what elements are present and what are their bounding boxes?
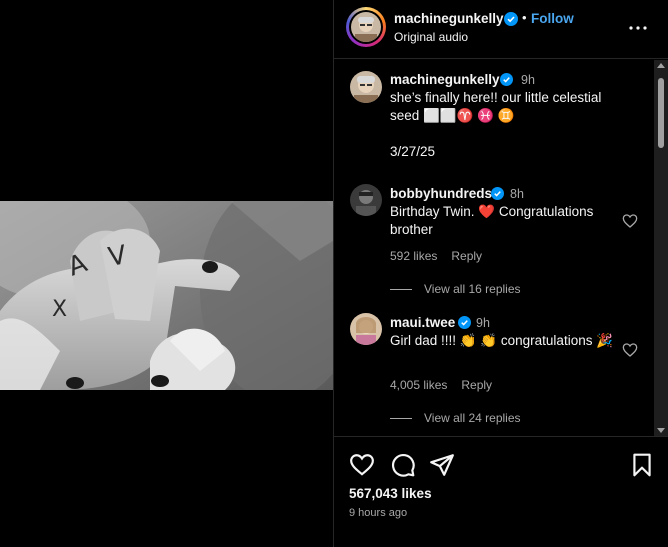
- post-timestamp[interactable]: 9 hours ago: [349, 507, 407, 519]
- follow-button[interactable]: Follow: [531, 11, 574, 26]
- comment-username[interactable]: bobbyhundreds: [390, 186, 492, 201]
- like-heart-icon[interactable]: [349, 452, 375, 478]
- comment-like-count[interactable]: 4,005 likes: [390, 378, 447, 392]
- comment-avatar[interactable]: [350, 313, 382, 345]
- post-like-count[interactable]: 567,043 likes: [349, 486, 432, 501]
- comment-avatar[interactable]: [350, 184, 382, 216]
- post-media-pane: A V X: [0, 0, 333, 547]
- post-header: machinegunkelly • Follow Original audio: [334, 0, 668, 59]
- comments-scrollbar[interactable]: [654, 60, 668, 436]
- view-replies-text: View all 16 replies: [424, 282, 521, 296]
- comment-username[interactable]: maui.twee: [390, 315, 455, 330]
- separator-dot: •: [522, 10, 527, 25]
- view-replies-link[interactable]: View all 24 replies: [390, 411, 521, 425]
- comments-section[interactable]: machinegunkelly 9h she’s finally here!! …: [334, 60, 668, 437]
- caption-avatar[interactable]: [350, 71, 382, 103]
- caption-date: 3/27/25: [390, 144, 436, 159]
- reply-button[interactable]: Reply: [451, 249, 482, 263]
- author-username[interactable]: machinegunkelly: [394, 11, 504, 26]
- heart-outline-icon[interactable]: [622, 213, 638, 229]
- caption-time: 9h: [521, 73, 535, 87]
- scroll-down-arrow[interactable]: [657, 428, 665, 433]
- view-replies-text: View all 24 replies: [424, 411, 521, 425]
- scroll-thumb[interactable]: [658, 78, 664, 148]
- comment-time: 8h: [510, 187, 524, 201]
- bookmark-icon[interactable]: [629, 452, 655, 478]
- caption-text: she’s finally here!! our little celestia…: [390, 90, 602, 123]
- author-avatar: [351, 12, 381, 42]
- reply-button[interactable]: Reply: [461, 378, 492, 392]
- more-options-icon[interactable]: [626, 16, 650, 40]
- comment-meta: 4,005 likes Reply: [390, 378, 506, 392]
- comment-icon[interactable]: [390, 452, 416, 478]
- post-photo[interactable]: A V X: [0, 201, 333, 390]
- comment-text: Birthday Twin. ❤️ Congratulations brothe…: [390, 204, 594, 237]
- view-replies-link[interactable]: View all 16 replies: [390, 282, 521, 296]
- comment-like-count[interactable]: 592 likes: [390, 249, 437, 263]
- post-sidebar: machinegunkelly • Follow Original audio …: [333, 0, 668, 547]
- post-actions: 567,043 likes 9 hours ago: [334, 438, 668, 547]
- svg-text:X: X: [52, 297, 67, 322]
- caption-username[interactable]: machinegunkelly: [390, 72, 500, 87]
- share-icon[interactable]: [429, 452, 455, 478]
- comment-time: 9h: [476, 316, 490, 330]
- verified-badge-icon: [504, 12, 518, 31]
- comment-meta: 592 likes Reply: [390, 249, 496, 263]
- author-avatar-story-ring[interactable]: [346, 7, 386, 47]
- comment-text: Girl dad !!!! 👏 👏 congratulations 🎉: [390, 333, 614, 348]
- heart-outline-icon[interactable]: [622, 342, 638, 358]
- scroll-up-arrow[interactable]: [657, 63, 665, 68]
- audio-link[interactable]: Original audio: [394, 30, 468, 44]
